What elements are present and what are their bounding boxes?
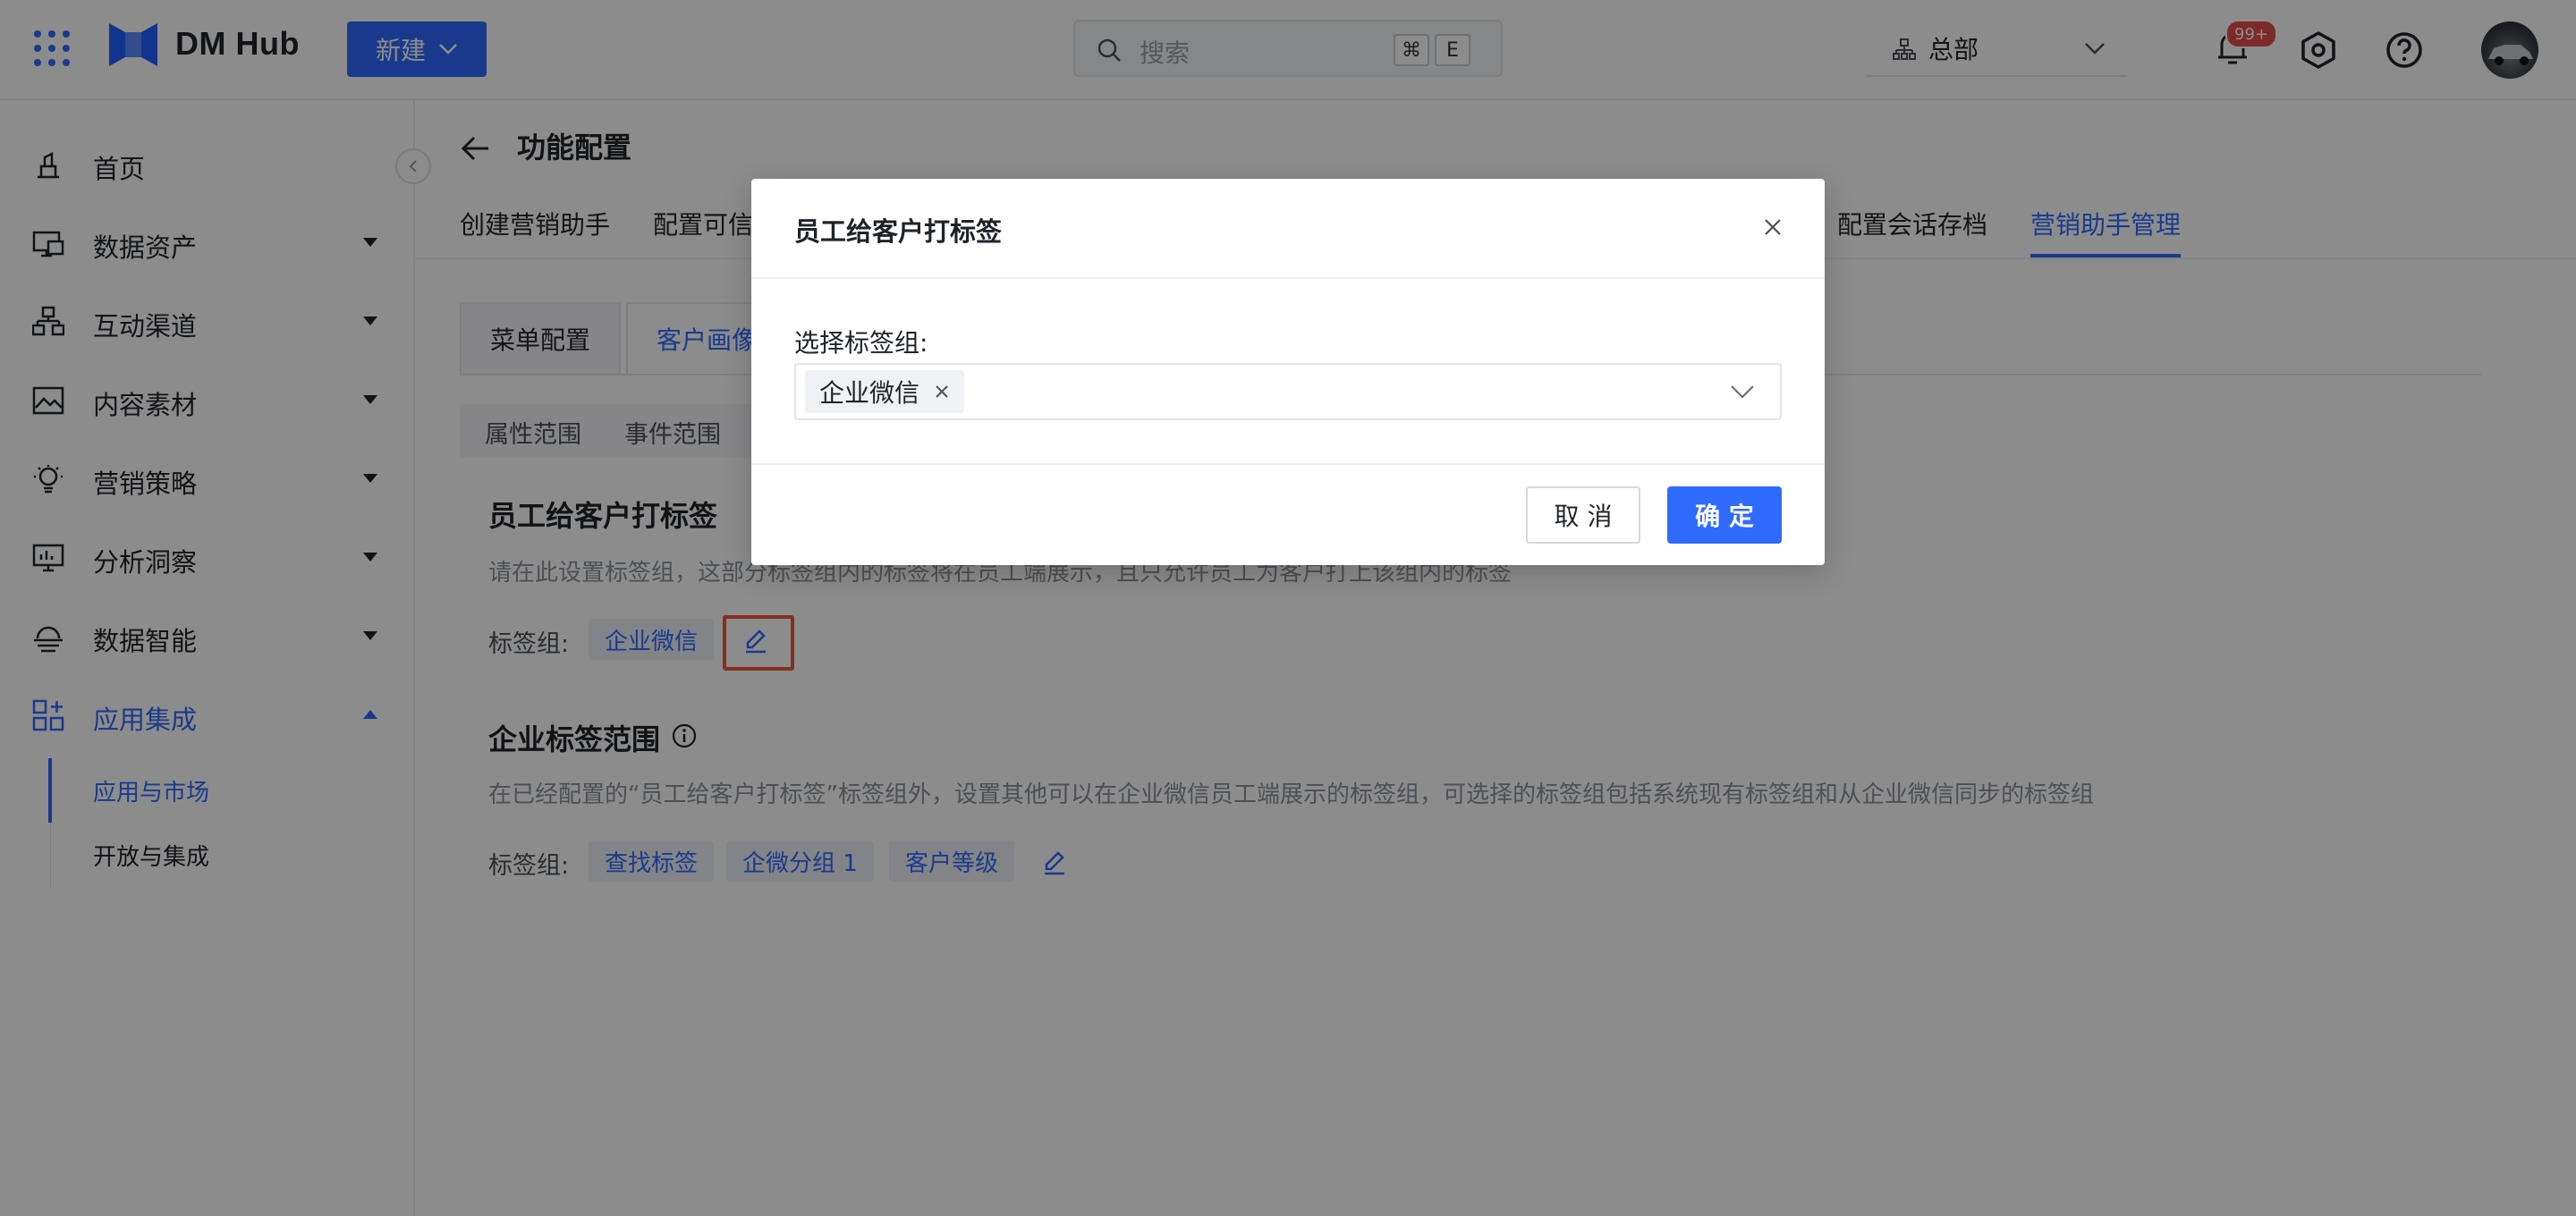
tag-group-select[interactable]: 企业微信 <box>794 363 1782 420</box>
cancel-button[interactable]: 取 消 <box>1526 486 1640 544</box>
modal-title: 员工给客户打标签 <box>794 216 1003 247</box>
app-root: DM Hub 新建 搜索 ⌘ E 总部 99+ 首页 数据资产 互动渠道 内容素… <box>0 0 2576 1216</box>
confirm-button[interactable]: 确 定 <box>1667 486 1782 544</box>
selected-tag-chip: 企业微信 <box>805 370 965 413</box>
chevron-down-icon <box>1731 385 1754 399</box>
selected-tag-label: 企业微信 <box>819 378 920 408</box>
tag-group-modal: 员工给客户打标签 选择标签组: 企业微信 取 消 确 定 <box>751 179 1825 565</box>
modal-footer-divider <box>751 463 1825 465</box>
field-label: 选择标签组: <box>794 328 928 358</box>
remove-tag-icon[interactable] <box>934 384 950 400</box>
close-icon[interactable] <box>1762 216 1784 238</box>
modal-header: 员工给客户打标签 <box>751 179 1825 279</box>
